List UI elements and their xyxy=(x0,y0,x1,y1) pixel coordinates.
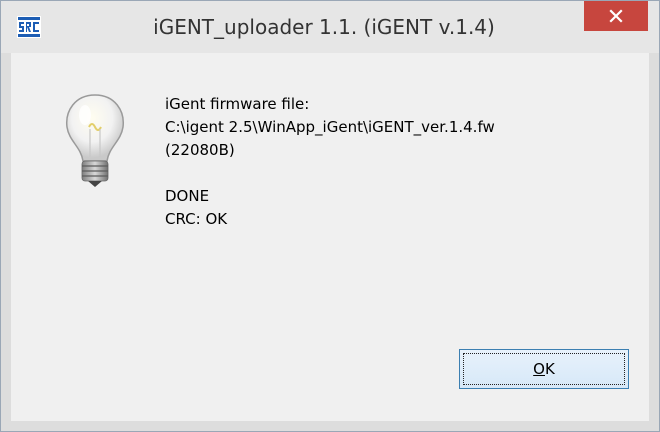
window-title: iGENT_uploader 1.1. (iGENT v.1.4) xyxy=(153,15,495,39)
lightbulb-icon xyxy=(59,91,131,191)
title-bar[interactable]: iGENT_uploader 1.1. (iGENT v.1.4) xyxy=(1,1,659,53)
ok-label-rest: K xyxy=(544,360,555,378)
ok-mnemonic: O xyxy=(533,360,545,378)
message-line-status: DONE xyxy=(165,187,210,205)
dialog-window: iGENT_uploader 1.1. (iGENT v.1.4) iGent … xyxy=(0,0,660,432)
app-logo-icon[interactable] xyxy=(17,15,41,39)
message-line-firmware-path: C:\igent 2.5\WinApp_iGent\iGENT_ver.1.4.… xyxy=(165,118,495,136)
ok-button[interactable]: OK xyxy=(459,349,629,389)
close-button[interactable] xyxy=(584,1,648,31)
message-line-blank xyxy=(165,162,495,185)
message-line-crc: CRC: OK xyxy=(165,210,228,228)
message-line-firmware-label: iGent firmware file: xyxy=(165,95,310,113)
ok-button-label: OK xyxy=(460,359,628,379)
close-icon xyxy=(609,9,623,23)
dialog-content: iGent firmware file: C:\igent 2.5\WinApp… xyxy=(11,53,649,421)
message-line-file-size: (22080B) xyxy=(165,141,235,159)
message-text: iGent firmware file: C:\igent 2.5\WinApp… xyxy=(165,93,495,231)
